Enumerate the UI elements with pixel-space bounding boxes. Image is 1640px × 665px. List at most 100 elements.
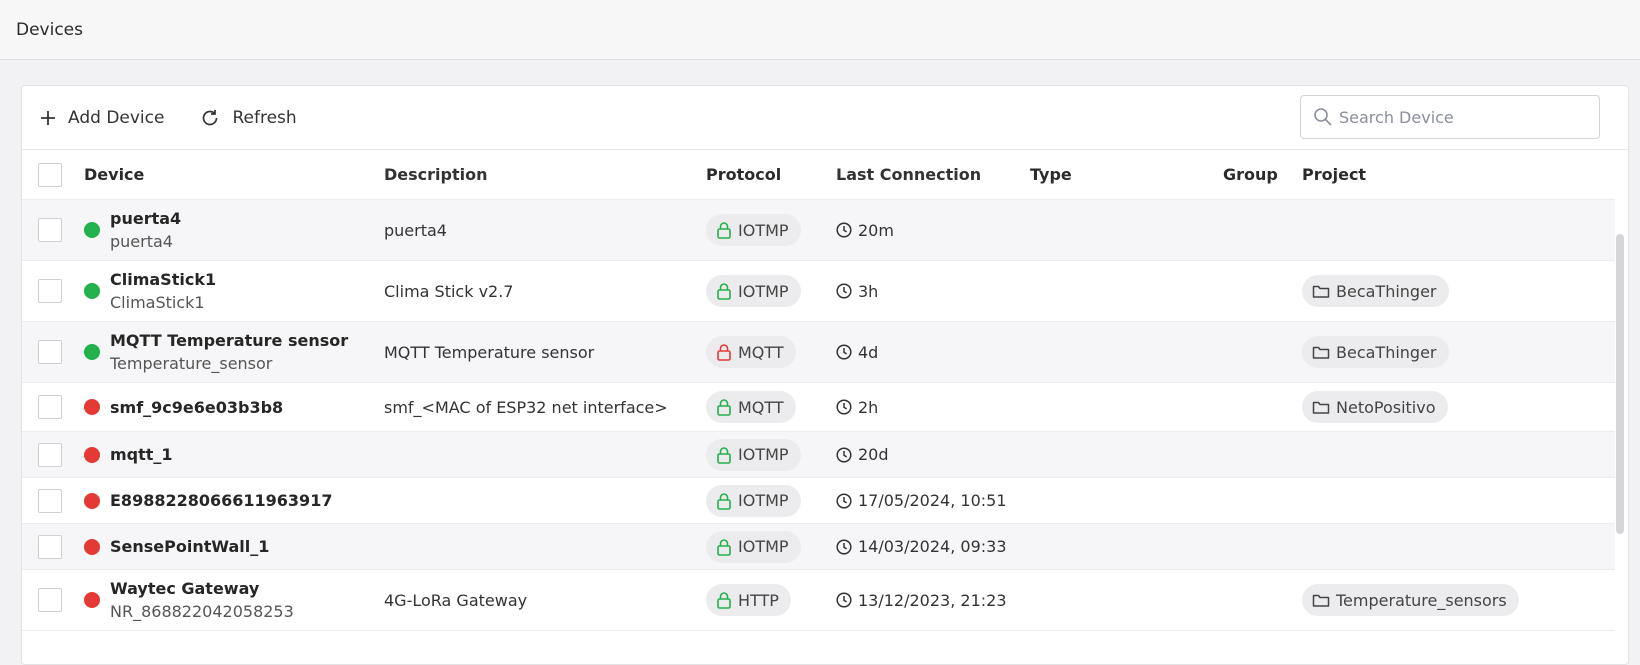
table-row[interactable]: SensePointWall_1 IOTMP 14/03/2024, 09:33 [22, 524, 1615, 570]
status-indicator [84, 283, 100, 299]
protocol-badge: IOTMP [706, 484, 801, 517]
device-name: ClimaStick1 [110, 270, 217, 289]
protocol-label: IOTMP [738, 281, 789, 301]
device-name: Waytec Gateway [110, 579, 260, 598]
protocol-label: MQTT [738, 342, 784, 362]
device-cell[interactable]: E8988228066611963917 [84, 478, 332, 523]
protocol-cell: MQTT [706, 322, 796, 382]
status-indicator [84, 492, 100, 509]
last-connection-cell: 2h [836, 383, 878, 431]
last-connection-cell: 17/05/2024, 10:51 [836, 478, 1007, 523]
protocol-cell: MQTT [706, 383, 796, 431]
last-connection-value: 13/12/2023, 21:23 [858, 590, 1007, 610]
select-all-checkbox[interactable] [38, 162, 62, 187]
project-badge[interactable]: NetoPositivo [1302, 391, 1448, 423]
device-cell[interactable]: smf_9c9e6e03b3b8 [84, 383, 283, 431]
project-label: NetoPositivo [1336, 397, 1436, 417]
row-checkbox[interactable] [38, 279, 62, 303]
column-header-group[interactable]: Group [1223, 150, 1278, 199]
column-header-last-connection[interactable]: Last Connection [836, 150, 981, 199]
protocol-cell: IOTMP [706, 261, 801, 321]
last-connection-value: 2h [858, 397, 879, 417]
devices-panel: Add Device Refresh Device Description Pr… [21, 85, 1629, 665]
lock-icon [717, 592, 731, 609]
device-cell[interactable]: MQTT Temperature sensor Temperature_senso… [84, 322, 348, 382]
row-checkbox[interactable] [38, 395, 62, 419]
device-cell[interactable]: SensePointWall_1 [84, 524, 269, 569]
table-row[interactable]: puerta4 puerta4 puerta4 IOTMP 20m [22, 200, 1615, 261]
device-name: mqtt_1 [110, 445, 173, 464]
column-header-project[interactable]: Project [1302, 150, 1366, 199]
table-row[interactable]: smf_9c9e6e03b3b8 smf_<MAC of ESP32 net in… [22, 383, 1615, 432]
lock-icon [717, 446, 731, 464]
column-header-protocol[interactable]: Protocol [706, 150, 781, 199]
project-label: BecaThinger [1336, 281, 1437, 301]
protocol-label: MQTT [738, 397, 784, 417]
table-row[interactable]: ClimaStick1 ClimaStick1 Clima Stick v2.7 IO… [22, 261, 1615, 322]
project-badge[interactable]: BecaThinger [1302, 336, 1449, 368]
page-header: Devices [0, 0, 1640, 60]
table-row[interactable]: E8988228066611963917 IOTMP 17/05/2024, 10:… [22, 478, 1615, 524]
clock-icon [836, 592, 852, 608]
project-cell: Temperature_sensors [1302, 570, 1519, 630]
row-checkbox[interactable] [38, 340, 62, 364]
row-checkbox[interactable] [38, 442, 62, 467]
protocol-label: IOTMP [738, 537, 789, 556]
last-connection-value: 20d [858, 445, 889, 464]
protocol-label: IOTMP [738, 220, 789, 240]
folder-icon [1312, 346, 1330, 359]
last-connection-cell: 3h [836, 261, 878, 321]
last-connection-cell: 20m [836, 200, 894, 260]
clock-icon [836, 344, 852, 360]
device-cell[interactable]: puerta4 puerta4 [84, 200, 181, 260]
project-badge[interactable]: Temperature_sensors [1302, 584, 1519, 616]
device-id: Temperature_sensor [110, 354, 273, 373]
lock-icon [717, 283, 731, 300]
device-cell[interactable]: Waytec Gateway NR_868822042058253 [84, 570, 294, 630]
column-header-description[interactable]: Description [384, 150, 487, 199]
last-connection-cell: 4d [836, 322, 878, 382]
protocol-cell: IOTMP [706, 200, 801, 260]
column-header-device[interactable]: Device [84, 150, 144, 199]
table-row[interactable]: Waytec Gateway NR_868822042058253 4G-LoRa … [22, 570, 1615, 631]
row-checkbox[interactable] [38, 218, 62, 242]
project-cell: BecaThinger [1302, 322, 1449, 382]
add-device-label: Add Device [68, 107, 165, 128]
lock-icon [717, 222, 731, 239]
project-cell: NetoPositivo [1302, 383, 1448, 431]
device-name: SensePointWall_1 [110, 537, 270, 556]
protocol-label: HTTP [738, 590, 779, 610]
row-checkbox[interactable] [38, 488, 62, 513]
project-badge[interactable]: BecaThinger [1302, 275, 1449, 307]
clock-icon [836, 492, 852, 509]
refresh-button[interactable]: Refresh [200, 108, 297, 128]
device-id: NR_868822042058253 [110, 602, 294, 621]
add-device-button[interactable]: Add Device [40, 108, 164, 128]
devices-toolbar: Add Device Refresh [22, 86, 1628, 150]
row-checkbox[interactable] [38, 588, 62, 612]
clock-icon [836, 446, 852, 463]
device-description: puerta4 [384, 220, 447, 240]
folder-icon [1312, 285, 1330, 298]
table-row[interactable]: mqtt_1 IOTMP 20d [22, 432, 1615, 478]
protocol-badge: IOTMP [706, 438, 801, 471]
lock-icon [717, 492, 731, 510]
status-indicator [84, 399, 100, 415]
table-row[interactable]: MQTT Temperature sensor Temperature_senso… [22, 322, 1615, 383]
search-box[interactable] [1300, 95, 1600, 139]
clock-icon [836, 283, 852, 299]
devices-table: Device Description Protocol Last Connect… [22, 150, 1615, 631]
row-checkbox[interactable] [38, 534, 62, 559]
device-cell[interactable]: ClimaStick1 ClimaStick1 [84, 261, 216, 321]
column-header-type[interactable]: Type [1030, 150, 1072, 199]
protocol-badge: MQTT [706, 391, 796, 423]
last-connection-cell: 13/12/2023, 21:23 [836, 570, 1007, 630]
device-name: E8988228066611963917 [110, 491, 333, 510]
table-scrollbar[interactable] [1616, 234, 1624, 534]
device-name: puerta4 [110, 209, 182, 228]
project-label: Temperature_sensors [1336, 590, 1507, 610]
device-cell[interactable]: mqtt_1 [84, 432, 173, 477]
device-name: MQTT Temperature sensor [110, 331, 349, 350]
search-input[interactable] [1339, 107, 1579, 127]
lock-icon [717, 399, 731, 416]
